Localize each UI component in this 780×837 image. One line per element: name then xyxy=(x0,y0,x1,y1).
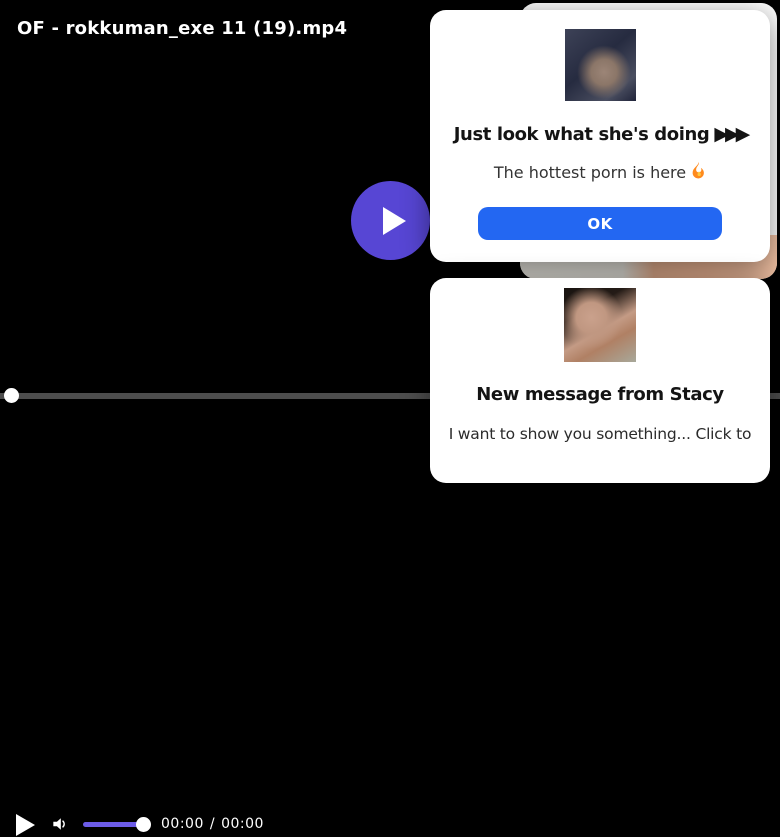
play-button[interactable] xyxy=(16,813,38,836)
duration: 00:00 xyxy=(221,816,264,832)
fire-icon xyxy=(691,161,706,184)
time-separator: / xyxy=(210,816,215,832)
message-thumbnail-photo xyxy=(564,288,636,362)
triple-arrow-icon: ▶▶▶ xyxy=(714,123,746,145)
ad-heading: Just look what she's doing▶▶▶ xyxy=(430,123,770,146)
progress-handle[interactable] xyxy=(4,388,19,403)
ad-thumbnail-photo xyxy=(565,29,636,101)
message-popup[interactable]: New message from Stacy I want to show yo… xyxy=(430,278,770,483)
mute-button[interactable] xyxy=(50,814,70,834)
ok-button[interactable]: OK xyxy=(478,207,722,240)
message-body: I want to show you something... Click to xyxy=(430,423,770,445)
play-icon xyxy=(16,814,35,836)
speaker-icon xyxy=(50,822,70,837)
volume-slider[interactable] xyxy=(83,822,144,827)
current-time: 00:00 xyxy=(161,816,204,832)
video-title: OF - rokkuman_exe 11 (19).mp4 xyxy=(17,18,347,39)
ad-subtext-text: The hottest porn is here xyxy=(494,162,686,183)
time-display: 00:00 / 00:00 xyxy=(161,816,264,832)
volume-handle[interactable] xyxy=(136,817,151,832)
ad-subtext: The hottest porn is here xyxy=(430,161,770,184)
ad-heading-text: Just look what she's doing xyxy=(454,124,710,145)
play-icon xyxy=(383,207,406,235)
message-heading: New message from Stacy xyxy=(430,384,770,406)
big-play-button[interactable] xyxy=(351,181,430,260)
ad-popup-offer[interactable]: Just look what she's doing▶▶▶ The hottes… xyxy=(430,10,770,262)
